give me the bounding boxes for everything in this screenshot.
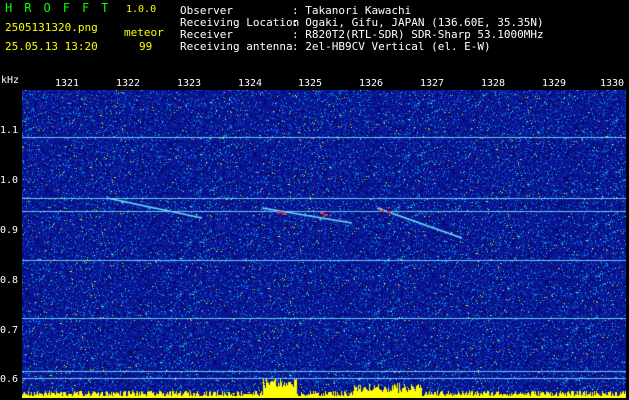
y-axis: 1.1 1.0 0.9 0.8 0.7 0.6 xyxy=(0,90,22,398)
info-value-receiver: : R820T2(RTL-SDR) SDR-Sharp 53.1000MHz xyxy=(292,28,544,41)
title-letter: T xyxy=(101,1,111,15)
x-tick-label: 1322 xyxy=(115,78,141,89)
y-tick-label: 0.9 xyxy=(0,225,19,236)
x-tick-label: 1329 xyxy=(541,78,567,89)
app-title: HROFFT xyxy=(5,1,111,15)
y-tick-label: 0.8 xyxy=(0,275,19,286)
info-label-location: Receiving Location xyxy=(180,16,300,29)
spectrogram-canvas xyxy=(22,90,626,398)
title-letter: F xyxy=(81,1,92,15)
x-tick-label: 1321 xyxy=(54,78,80,89)
info-label-observer: Observer xyxy=(180,4,233,17)
y-tick-label: 1.0 xyxy=(0,175,19,186)
info-value-location: : Ogaki, Gifu, JAPAN (136.60E, 35.35N) xyxy=(292,16,544,29)
mode-label: meteor xyxy=(124,26,164,39)
x-tick-label: 1328 xyxy=(480,78,506,89)
info-label-receiver: Receiver xyxy=(180,28,233,41)
filename: 2505131320.png xyxy=(5,21,98,34)
x-tick-label: 1330 xyxy=(599,78,625,89)
y-axis-unit: kHz xyxy=(1,75,20,86)
y-tick-label: 0.6 xyxy=(0,374,19,385)
title-letter: R xyxy=(24,1,34,15)
detection-count: 99 xyxy=(139,40,153,53)
info-value-antenna: : 2el-HB9CV Vertical (el. E-W) xyxy=(292,40,491,53)
x-tick-label: 1326 xyxy=(358,78,384,89)
info-label-antenna: Receiving antenna xyxy=(180,40,293,53)
title-letter: H xyxy=(5,1,15,15)
y-tick-label: 0.7 xyxy=(0,325,19,336)
x-tick-label: 1324 xyxy=(237,78,263,89)
x-tick-label: 1327 xyxy=(419,78,445,89)
datetime: 25.05.13 13:20 xyxy=(5,40,98,53)
x-axis: 1321 1322 1323 1324 1325 1326 1327 1328 … xyxy=(22,77,626,90)
title-letter: O xyxy=(43,1,53,15)
x-tick-label: 1325 xyxy=(297,78,323,89)
title-letter: F xyxy=(62,1,72,15)
app-version: 1.0.0 xyxy=(126,4,157,15)
y-tick-label: 1.1 xyxy=(0,125,19,136)
x-tick-label: 1323 xyxy=(176,78,202,89)
info-value-observer: : Takanori Kawachi xyxy=(292,4,412,17)
